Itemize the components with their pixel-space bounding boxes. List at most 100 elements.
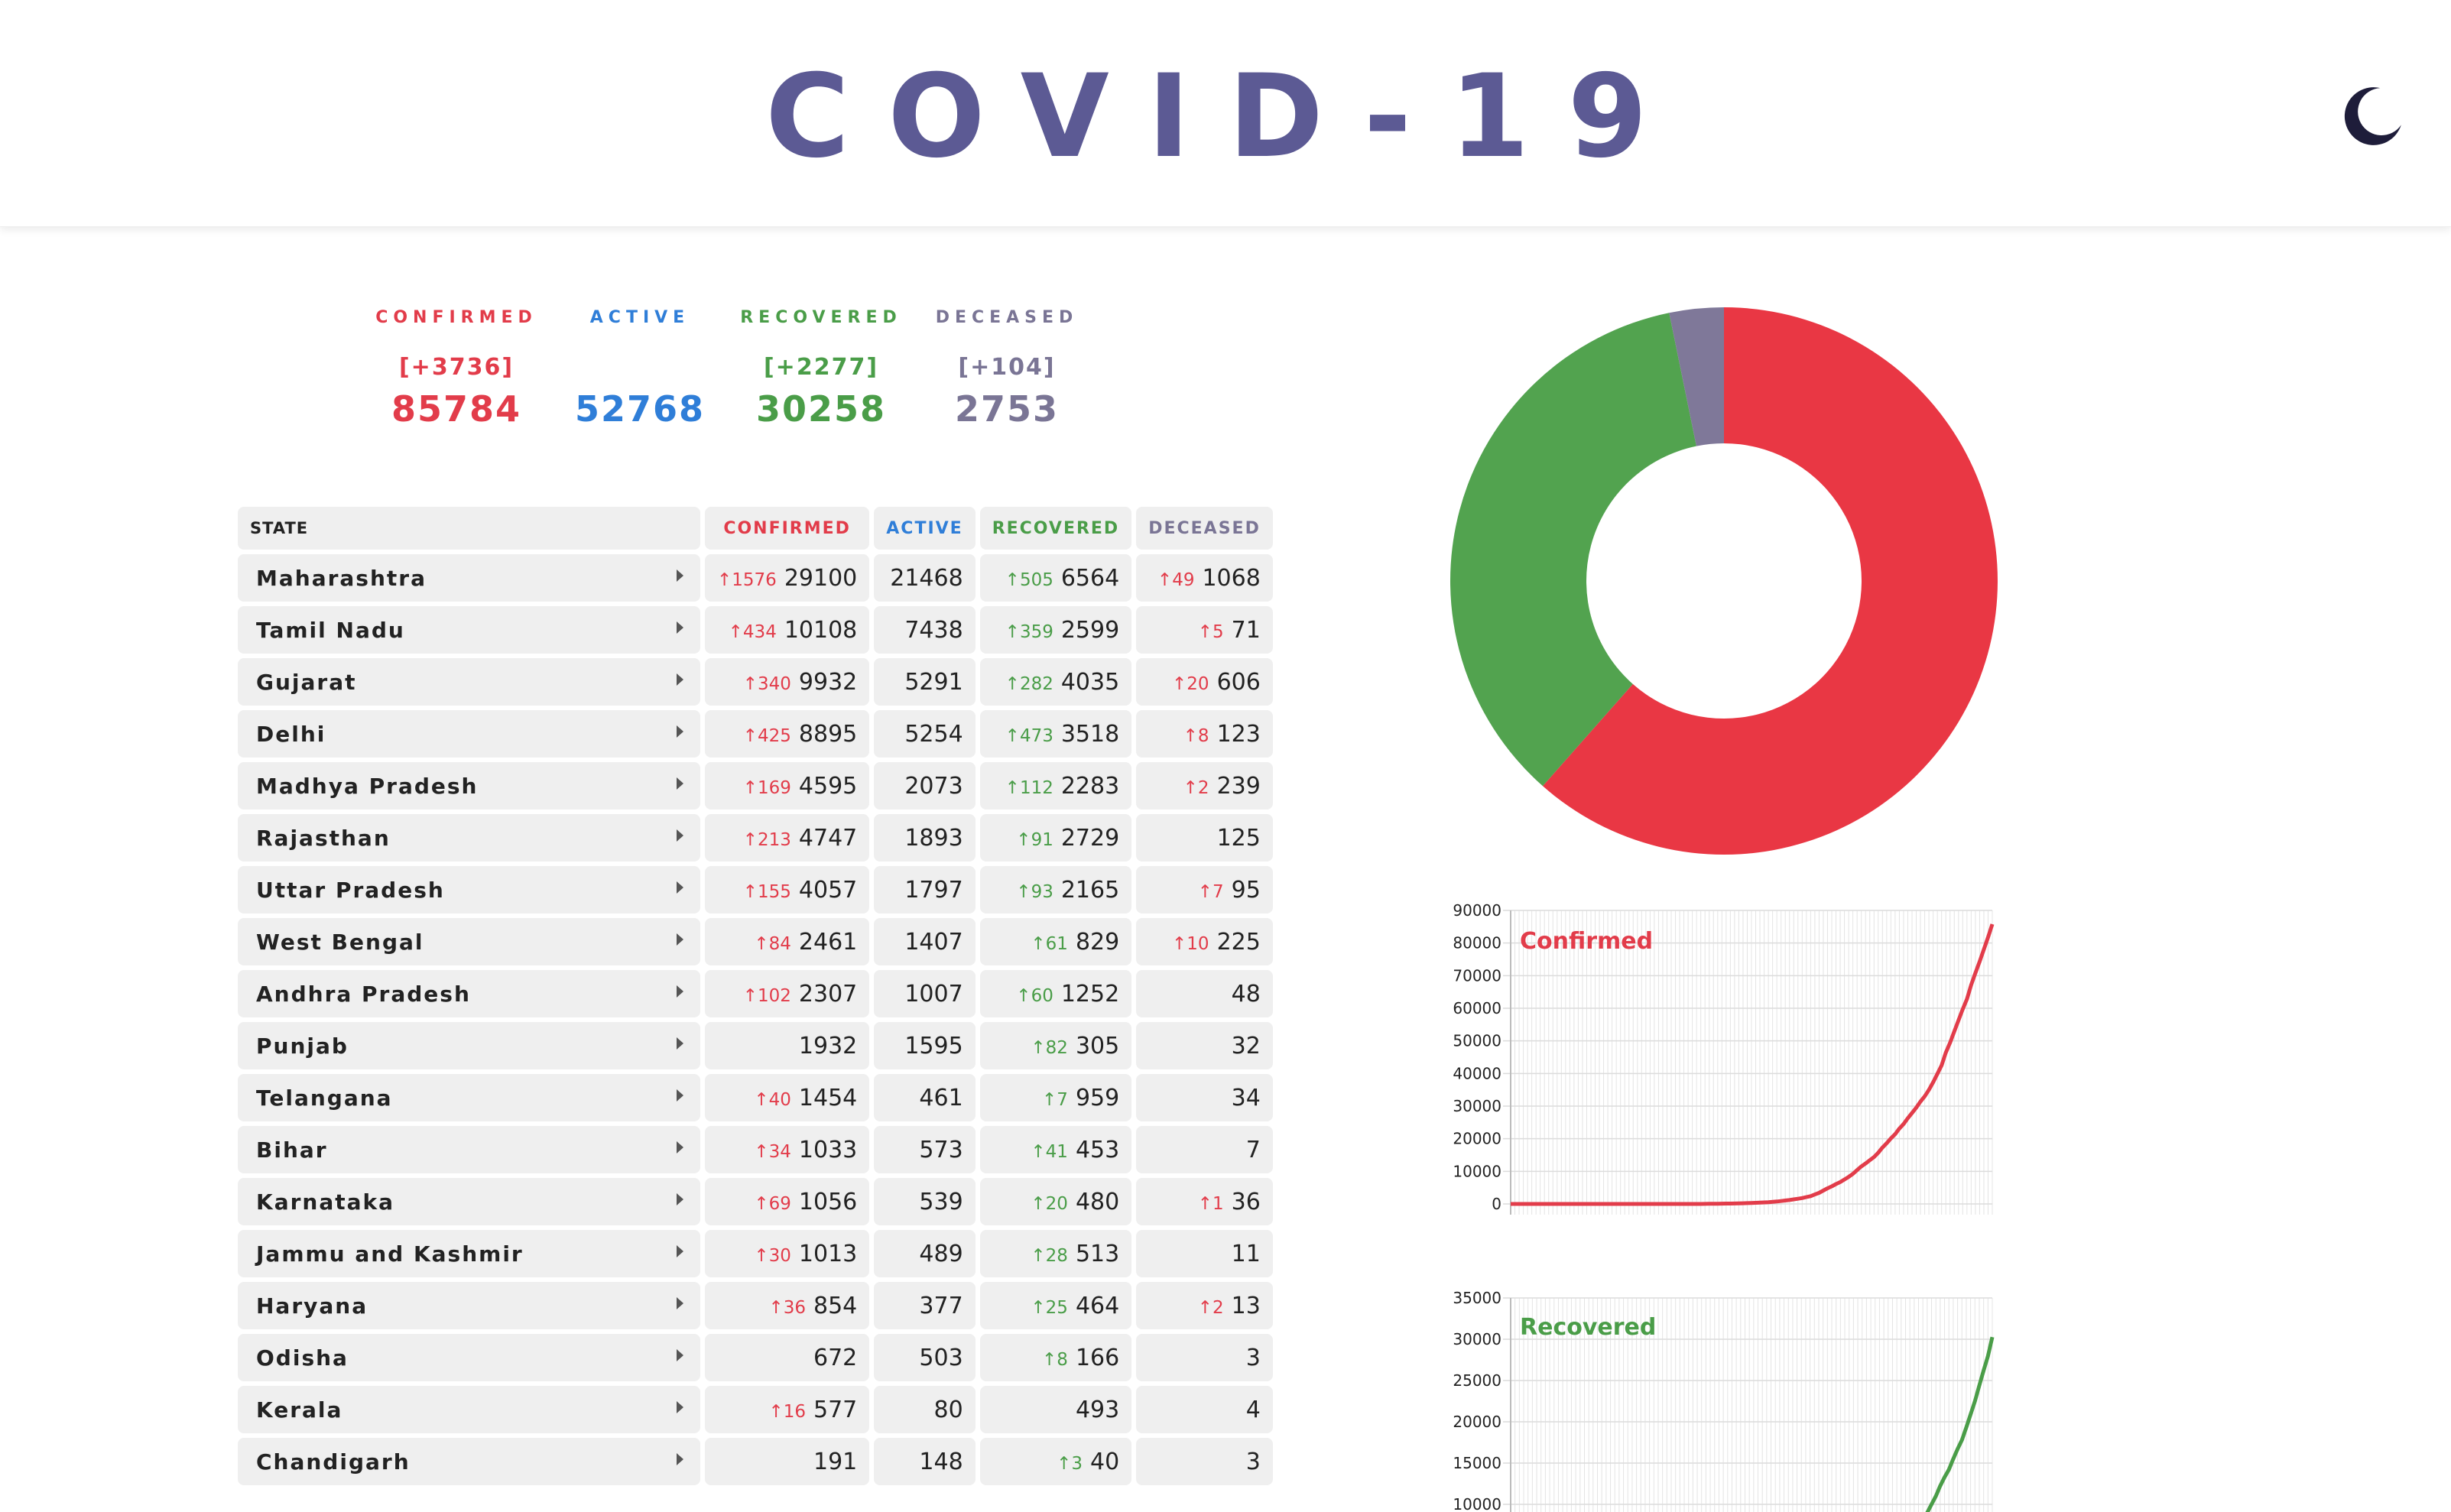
- table-row[interactable]: Uttar Pradesh ↑155 4057 1797 ↑93 2165 ↑7 95: [238, 866, 1273, 913]
- caret-right-icon[interactable]: [677, 1141, 683, 1153]
- table-row[interactable]: Jammu and Kashmir ↑30 1013 489 ↑28 513 11: [238, 1230, 1273, 1277]
- table-row[interactable]: Odisha 672 503 ↑8 166 3: [238, 1334, 1273, 1381]
- deceased-cell: 34: [1136, 1074, 1273, 1121]
- table-row[interactable]: Madhya Pradesh ↑169 4595 2073 ↑112 2283 ↑2 239: [238, 762, 1273, 810]
- caret-right-icon[interactable]: [677, 725, 683, 738]
- state-name-cell[interactable]: Rajasthan: [238, 814, 700, 861]
- active-cell: 1007: [874, 970, 976, 1017]
- deceased-label: DECEASED: [935, 308, 1079, 327]
- recovered-cell: ↑91 2729: [979, 814, 1132, 861]
- table-row[interactable]: Punjab 1932 1595 ↑82 305 32: [238, 1022, 1273, 1069]
- table-row[interactable]: Tamil Nadu ↑434 10108 7438 ↑359 2599 ↑5 71: [238, 606, 1273, 654]
- caret-right-icon[interactable]: [677, 1453, 683, 1465]
- table-row[interactable]: Delhi ↑425 8895 5254 ↑473 3518 ↑8 123: [238, 710, 1273, 758]
- caret-right-icon[interactable]: [677, 1349, 683, 1361]
- active-cell: 2073: [874, 762, 976, 810]
- state-name-cell[interactable]: Punjab: [238, 1022, 700, 1069]
- active-cell: 5291: [874, 658, 976, 706]
- recovered-cell: ↑7 959: [979, 1074, 1132, 1121]
- table-row[interactable]: Bihar ↑34 1033 573 ↑41 453 7: [238, 1126, 1273, 1173]
- recovered-value: 40: [1090, 1448, 1120, 1475]
- confirmed-value: 10108: [784, 616, 858, 644]
- deceased-delta-up: ↑2: [1183, 777, 1209, 798]
- caret-right-icon[interactable]: [677, 1193, 683, 1205]
- state-name-cell[interactable]: Uttar Pradesh: [238, 866, 700, 913]
- caret-right-icon[interactable]: [677, 985, 683, 998]
- confirmed-delta-up: ↑69: [754, 1193, 791, 1214]
- table-row[interactable]: Rajasthan ↑213 4747 1893 ↑91 2729 125: [238, 814, 1273, 861]
- confirmed-delta-up: ↑40: [754, 1089, 791, 1110]
- deceased-value: 239: [1216, 772, 1261, 800]
- recovered-delta-up: ↑41: [1031, 1141, 1068, 1162]
- caret-right-icon[interactable]: [677, 569, 683, 582]
- caret-right-icon[interactable]: [677, 1297, 683, 1309]
- confirmed-cell: 672: [705, 1334, 870, 1381]
- table-row[interactable]: Andhra Pradesh ↑102 2307 1007 ↑60 1252 48: [238, 970, 1273, 1017]
- caret-right-icon[interactable]: [677, 1037, 683, 1050]
- state-name-cell[interactable]: Bihar: [238, 1126, 700, 1173]
- state-table: STATE CONFIRMED ACTIVE RECOVERED DECEASE…: [233, 502, 1277, 1490]
- state-name-cell[interactable]: Odisha: [238, 1334, 700, 1381]
- recovered-cell: ↑359 2599: [979, 606, 1132, 654]
- recovered-label: RECOVERED: [740, 308, 902, 327]
- caret-right-icon[interactable]: [677, 933, 683, 946]
- recovered-cell: ↑505 6564: [979, 554, 1132, 602]
- confirmed-delta-up: ↑30: [754, 1245, 791, 1266]
- deceased-delta-up: ↑7: [1197, 881, 1224, 902]
- recovered-value: 2165: [1060, 876, 1120, 904]
- active-cell: 1893: [874, 814, 976, 861]
- state-name-cell[interactable]: Maharashtra: [238, 554, 700, 602]
- state-name-cell[interactable]: Tamil Nadu: [238, 606, 700, 654]
- deceased-cell: ↑1 36: [1136, 1178, 1273, 1225]
- deceased-cell: 32: [1136, 1022, 1273, 1069]
- table-row[interactable]: Maharashtra ↑1576 29100 21468 ↑505 6564 ↑49 106…: [238, 554, 1273, 602]
- state-name-cell[interactable]: Kerala: [238, 1386, 700, 1433]
- confirmed-value: 1013: [798, 1240, 858, 1267]
- state-name-cell[interactable]: Haryana: [238, 1282, 700, 1329]
- caret-right-icon[interactable]: [677, 621, 683, 634]
- table-row[interactable]: Karnataka ↑69 1056 539 ↑20 480 ↑1 36: [238, 1178, 1273, 1225]
- caret-right-icon[interactable]: [677, 673, 683, 686]
- header-active[interactable]: ACTIVE: [874, 507, 976, 550]
- header-deceased[interactable]: DECEASED: [1136, 507, 1273, 550]
- y-tick-label: 20000: [1453, 1413, 1501, 1431]
- caret-right-icon[interactable]: [677, 777, 683, 790]
- header-confirmed[interactable]: CONFIRMED: [705, 507, 870, 550]
- caret-right-icon[interactable]: [677, 1089, 683, 1102]
- caret-right-icon[interactable]: [677, 829, 683, 842]
- confirmed-counter: CONFIRMED [+3736] 85784: [368, 307, 544, 432]
- table-row[interactable]: West Bengal ↑84 2461 1407 ↑61 829 ↑10 225: [238, 918, 1273, 965]
- table-row[interactable]: Telangana ↑40 1454 461 ↑7 959 34: [238, 1074, 1273, 1121]
- state-name-cell[interactable]: West Bengal: [238, 918, 700, 965]
- table-row[interactable]: Gujarat ↑340 9932 5291 ↑282 4035 ↑20 606: [238, 658, 1273, 706]
- recovered-cell: ↑473 3518: [979, 710, 1132, 758]
- active-cell: 148: [874, 1438, 976, 1485]
- state-name-cell[interactable]: Telangana: [238, 1074, 700, 1121]
- header-state[interactable]: STATE: [238, 507, 700, 550]
- state-name-cell[interactable]: Jammu and Kashmir: [238, 1230, 700, 1277]
- deceased-value: 606: [1216, 668, 1261, 696]
- state-name: Punjab: [256, 1033, 349, 1059]
- recovered-value: 453: [1075, 1136, 1120, 1163]
- table-row[interactable]: Haryana ↑36 854 377 ↑25 464 ↑2 13: [238, 1282, 1273, 1329]
- state-name-cell[interactable]: Karnataka: [238, 1178, 700, 1225]
- table-row[interactable]: Kerala ↑16 577 80 493 4: [238, 1386, 1273, 1433]
- recovered-delta-up: ↑20: [1031, 1193, 1068, 1214]
- recovered-delta-up: ↑473: [1005, 725, 1053, 746]
- caret-right-icon[interactable]: [677, 1245, 683, 1257]
- moon-icon[interactable]: [2339, 84, 2405, 150]
- caret-right-icon[interactable]: [677, 1401, 683, 1413]
- state-name-cell[interactable]: Chandigarh: [238, 1438, 700, 1485]
- state-name-cell[interactable]: Delhi: [238, 710, 700, 758]
- confirmed-cell: ↑16 577: [705, 1386, 870, 1433]
- header-recovered[interactable]: RECOVERED: [979, 507, 1132, 550]
- recovered-value: 464: [1075, 1292, 1120, 1319]
- state-name-cell[interactable]: Gujarat: [238, 658, 700, 706]
- confirmed-delta-up: ↑102: [742, 985, 791, 1006]
- confirmed-cell: ↑425 8895: [705, 710, 870, 758]
- state-name-cell[interactable]: Madhya Pradesh: [238, 762, 700, 810]
- table-row[interactable]: Chandigarh 191 148 ↑3 40 3: [238, 1438, 1273, 1485]
- caret-right-icon[interactable]: [677, 881, 683, 894]
- confirmed-delta-up: ↑1576: [717, 569, 777, 590]
- state-name-cell[interactable]: Andhra Pradesh: [238, 970, 700, 1017]
